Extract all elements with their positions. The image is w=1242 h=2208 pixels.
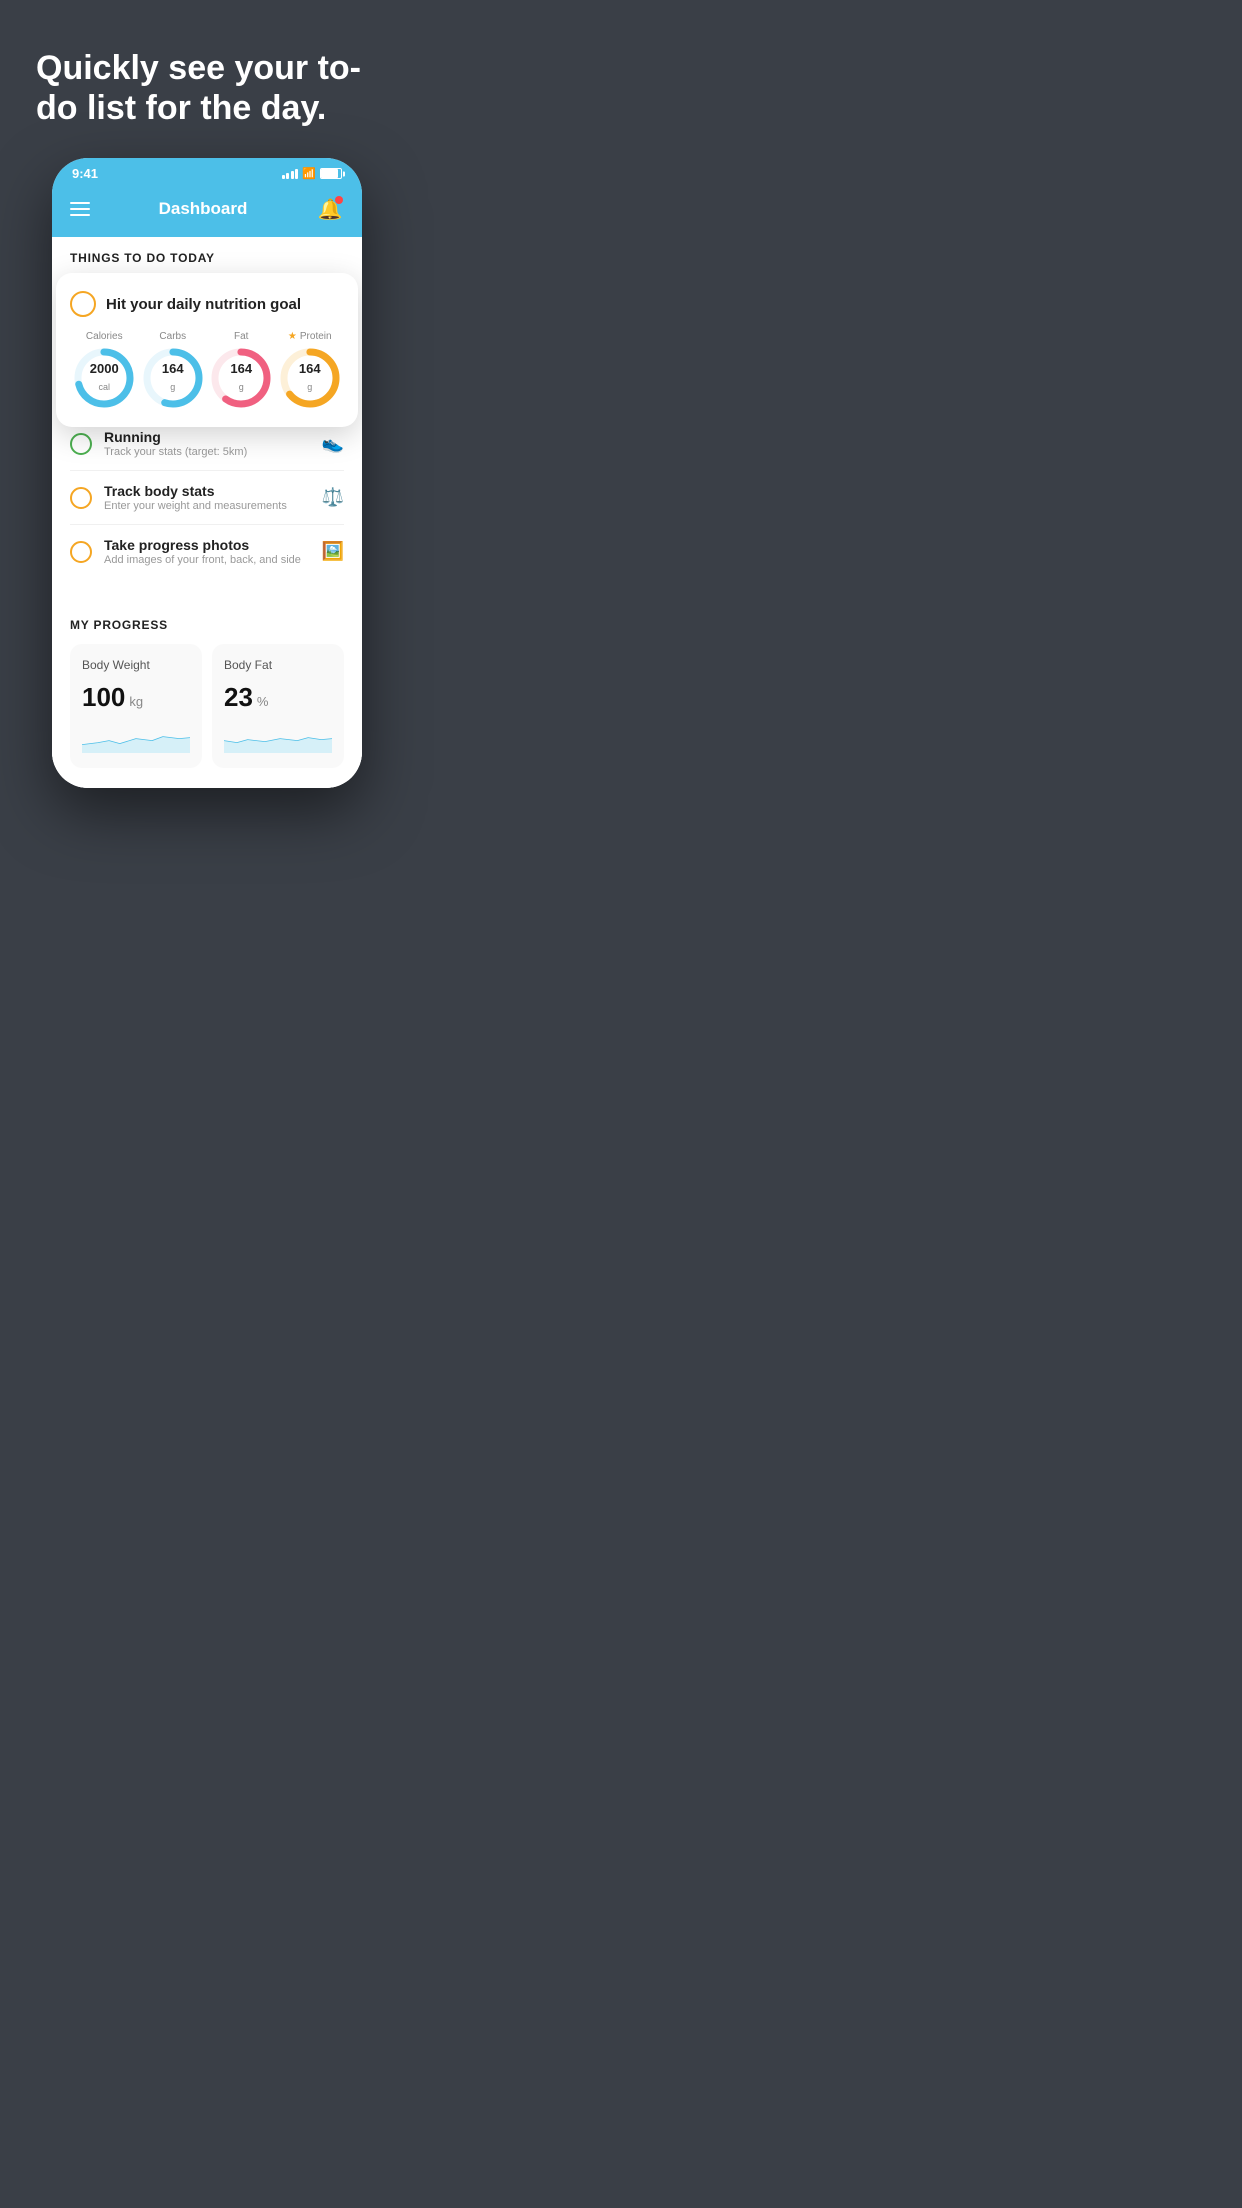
macro-protein: ★ Protein 164 g <box>279 331 341 409</box>
app-header: Dashboard 🔔 <box>52 185 362 237</box>
protein-value: 164 <box>299 362 321 376</box>
photo-icon: 🖼️ <box>322 541 344 562</box>
todo-label-running: Running <box>104 429 310 445</box>
todo-label-progress-photos: Take progress photos <box>104 537 310 553</box>
todo-list: Running Track your stats (target: 5km) 👟… <box>52 417 362 578</box>
body-fat-value: 23 <box>224 682 253 713</box>
carbs-value: 164 <box>162 362 184 376</box>
body-weight-sparkline <box>82 723 190 753</box>
body-fat-sparkline <box>224 723 332 753</box>
nutrition-card-header: Hit your daily nutrition goal <box>70 291 344 317</box>
fat-label: Fat <box>234 331 248 342</box>
status-icons: 📶 <box>282 167 342 180</box>
nutrition-card: Hit your daily nutrition goal Calories <box>56 273 358 427</box>
macro-carbs: Carbs 164 g <box>142 331 204 409</box>
things-today-heading: THINGS TO DO TODAY <box>52 237 362 273</box>
calories-label: Calories <box>86 331 123 342</box>
body-fat-unit: % <box>257 694 269 709</box>
carbs-label: Carbs <box>159 331 186 342</box>
header-title: Dashboard <box>159 199 248 219</box>
protein-donut: 164 g <box>279 347 341 409</box>
battery-icon <box>320 168 342 179</box>
todo-text-progress-photos: Take progress photos Add images of your … <box>104 537 310 566</box>
body-fat-card[interactable]: Body Fat 23 % <box>212 644 344 768</box>
status-time: 9:41 <box>72 166 98 181</box>
nutrition-card-title: Hit your daily nutrition goal <box>106 296 301 313</box>
star-icon: ★ <box>288 331 297 342</box>
progress-cards: Body Weight 100 kg Body Fat 23 % <box>70 644 344 768</box>
content-area: THINGS TO DO TODAY Hit your daily nutrit… <box>52 237 362 788</box>
progress-section: MY PROGRESS Body Weight 100 kg B <box>52 608 362 788</box>
fat-donut: 164 g <box>210 347 272 409</box>
body-weight-unit: kg <box>129 694 143 709</box>
calories-donut: 2000 cal <box>73 347 135 409</box>
todo-circle-running <box>70 433 92 455</box>
body-weight-value-wrap: 100 kg <box>82 682 190 713</box>
todo-sub-progress-photos: Add images of your front, back, and side <box>104 554 310 566</box>
progress-heading: MY PROGRESS <box>70 608 344 644</box>
todo-sub-running: Track your stats (target: 5km) <box>104 446 310 458</box>
macros-row: Calories 2000 cal <box>70 331 344 409</box>
todo-item-progress-photos[interactable]: Take progress photos Add images of your … <box>70 525 344 578</box>
running-icon: 👟 <box>322 433 344 454</box>
todo-circle-body-stats <box>70 487 92 509</box>
body-fat-title: Body Fat <box>224 658 332 672</box>
body-fat-value-wrap: 23 % <box>224 682 332 713</box>
scale-icon: ⚖️ <box>322 487 344 508</box>
body-weight-card[interactable]: Body Weight 100 kg <box>70 644 202 768</box>
todo-text-body-stats: Track body stats Enter your weight and m… <box>104 483 310 512</box>
todo-circle-progress-photos <box>70 541 92 563</box>
body-weight-value: 100 <box>82 682 125 713</box>
body-weight-title: Body Weight <box>82 658 190 672</box>
hero-title: Quickly see your to-do list for the day. <box>36 48 378 128</box>
wifi-icon: 📶 <box>302 167 316 180</box>
protein-label: ★ Protein <box>288 331 332 342</box>
status-bar: 9:41 📶 <box>52 158 362 185</box>
todo-text-running: Running Track your stats (target: 5km) <box>104 429 310 458</box>
signal-icon <box>282 168 299 179</box>
notification-button[interactable]: 🔔 <box>316 195 344 223</box>
menu-button[interactable] <box>70 202 90 216</box>
fat-value: 164 <box>230 362 252 376</box>
nutrition-circle-check <box>70 291 96 317</box>
macro-calories: Calories 2000 cal <box>73 331 135 409</box>
todo-label-body-stats: Track body stats <box>104 483 310 499</box>
phone-mockup: 9:41 📶 Dashboard 🔔 THINGS TO DO TOD <box>52 158 362 788</box>
macro-fat: Fat 164 g <box>210 331 272 409</box>
spacer <box>52 578 362 608</box>
todo-item-body-stats[interactable]: Track body stats Enter your weight and m… <box>70 471 344 525</box>
hero-section: Quickly see your to-do list for the day. <box>0 0 414 148</box>
calories-value: 2000 <box>90 362 119 376</box>
carbs-donut: 164 g <box>142 347 204 409</box>
todo-sub-body-stats: Enter your weight and measurements <box>104 500 310 512</box>
